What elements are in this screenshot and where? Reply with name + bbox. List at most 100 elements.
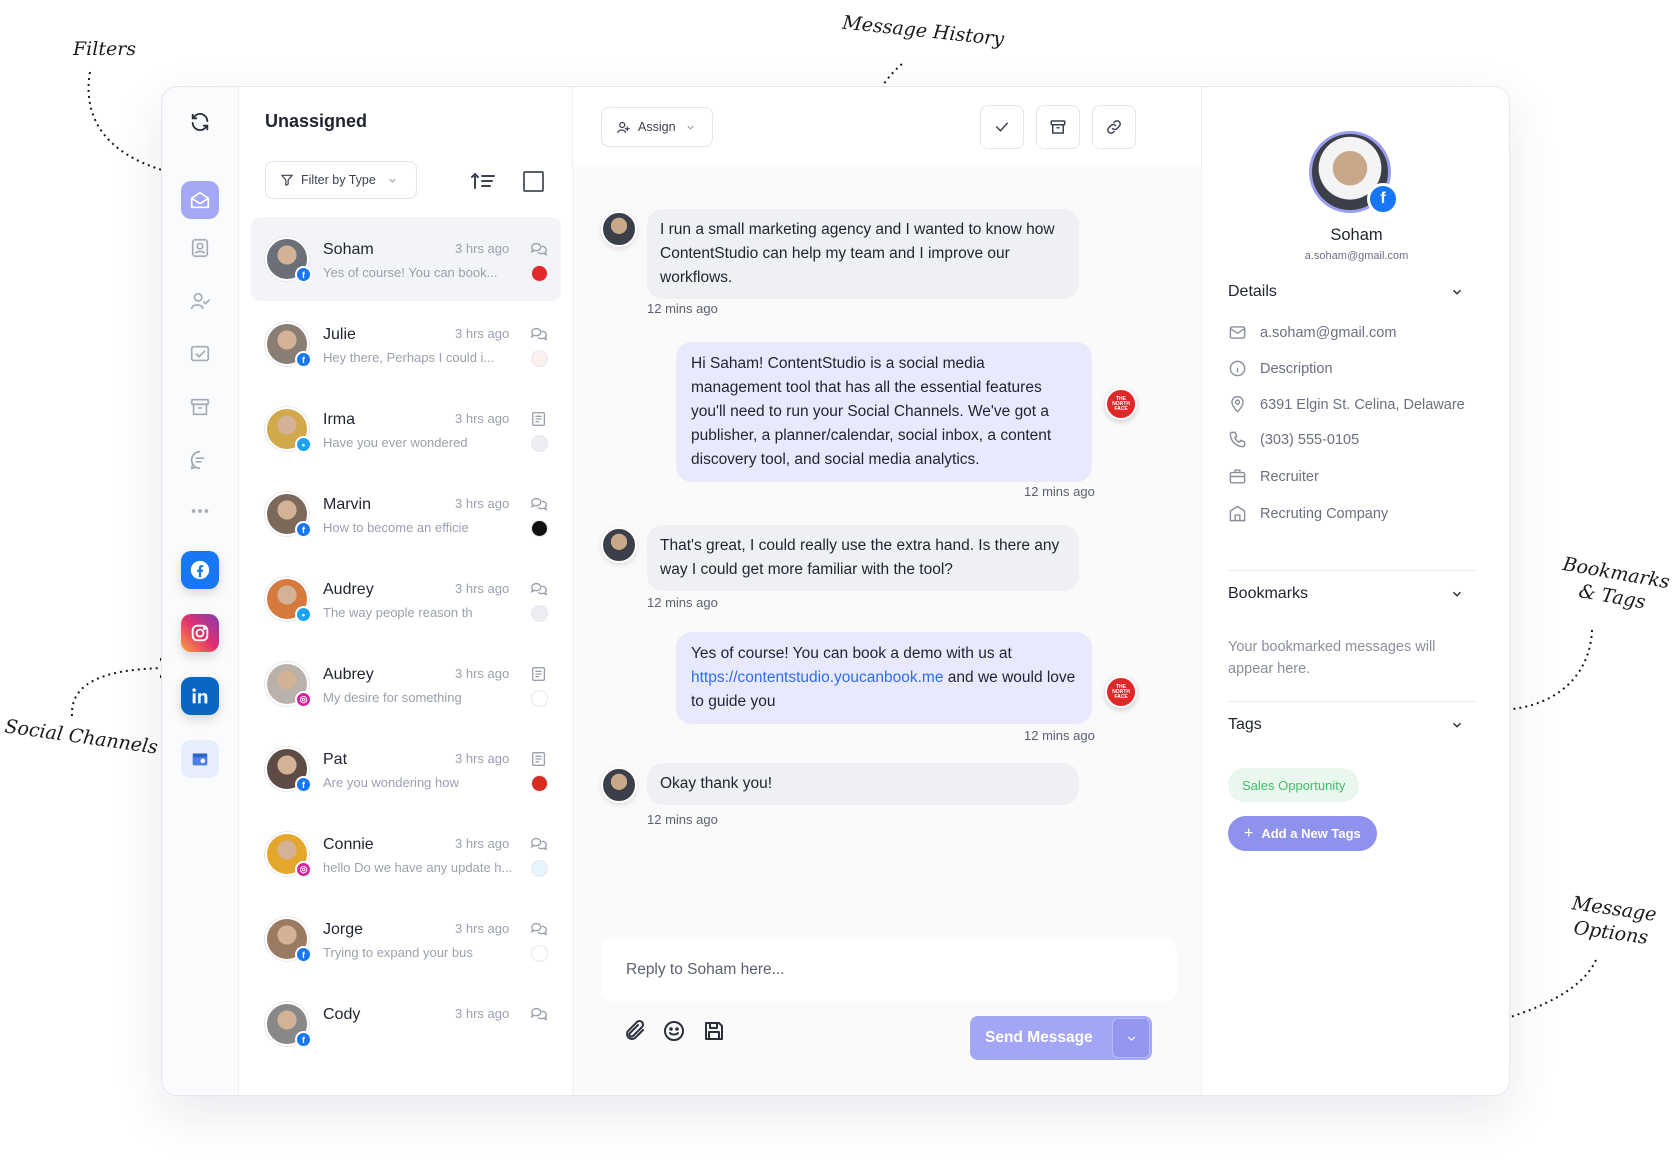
inbox-icon[interactable] [181, 181, 219, 219]
user-check-icon[interactable] [181, 282, 219, 320]
message-bubble-incoming: That's great, I could really use the ext… [647, 525, 1079, 591]
conversation-name: Cody [323, 1006, 361, 1023]
reply-input[interactable]: Reply to Soham here... [601, 939, 1177, 1001]
message-time: 12 mins ago [1024, 728, 1095, 743]
annotation-message-options: Message Options [1567, 892, 1658, 951]
detail-phone-text: (303) 555-0105 [1260, 431, 1360, 448]
more-icon[interactable] [181, 492, 219, 530]
facebook-icon[interactable] [181, 551, 219, 589]
conversation-item[interactable]: f Jorge Trying to expand your bus 3 hrs ago [251, 897, 561, 981]
conversation-item[interactable]: • Irma Have you ever wondered 3 hrs ago [251, 387, 561, 471]
tag-sales-opportunity[interactable]: Sales Opportunity [1228, 768, 1360, 802]
contact-avatar [601, 527, 637, 563]
filter-by-type-button[interactable]: Filter by Type [265, 161, 417, 199]
detail-address-text: 6391 Elgin St. Celina, Delaware [1260, 396, 1465, 413]
check-icon [996, 122, 1008, 132]
facebook-badge-icon: f [295, 521, 312, 538]
sort-icon[interactable] [471, 171, 495, 191]
archive-button[interactable] [1036, 105, 1080, 149]
instagram-icon[interactable] [181, 614, 219, 652]
conversation-preview: Are you wondering how [323, 775, 459, 790]
add-tag-button[interactable]: + Add a New Tags [1228, 816, 1377, 851]
chevron-down-icon[interactable] [1450, 718, 1464, 732]
conversation-name: Pat [323, 751, 348, 768]
conversation-item[interactable]: f Julie Hey there, Perhaps I could i... 3 h… [251, 302, 561, 386]
chevron-down-icon [686, 125, 694, 130]
phone-icon [1229, 431, 1246, 448]
conversation-name: Aubrey [323, 666, 374, 683]
contact-avatar [601, 767, 637, 803]
message-time: 12 mins ago [647, 301, 718, 316]
mark-done-button[interactable] [980, 105, 1024, 149]
conversation-item[interactable]: ◎ Connie hello Do we have any update h... 3… [251, 812, 561, 896]
archive-icon [1050, 120, 1066, 134]
facebook-badge-icon: f [295, 351, 312, 368]
twitter-badge-icon: • [295, 606, 312, 623]
send-message-button[interactable]: Send Message [970, 1016, 1152, 1060]
chevron-down-icon [389, 178, 396, 183]
attachment-icon[interactable] [623, 1019, 647, 1043]
conversation-preview: Yes of course! You can book... [323, 265, 498, 280]
user-assign-icon [617, 121, 630, 133]
message-text: Yes of course! You can book a demo with … [691, 645, 1012, 662]
copy-link-button[interactable] [1092, 105, 1136, 149]
archive-icon[interactable] [181, 388, 219, 426]
chevron-down-icon[interactable] [1450, 285, 1464, 299]
assign-label: Assign [638, 120, 676, 134]
message-bubble-incoming: Okay thank you! [647, 763, 1079, 805]
detail-address: 6391 Elgin St. Celina, Delaware [1228, 395, 1465, 414]
detail-phone: (303) 555-0105 [1228, 430, 1359, 449]
conversation-item[interactable]: f Soham Yes of course! You can book... 3 hr… [251, 217, 561, 301]
add-tag-label: Add a New Tags [1261, 826, 1361, 841]
assign-button[interactable]: Assign [601, 107, 713, 147]
select-all-checkbox[interactable] [523, 171, 544, 192]
brand-logo-microsoft [531, 945, 548, 962]
message-options-dropdown[interactable] [1112, 1018, 1150, 1058]
message-bubble-outgoing: Hi Saham! ContentStudio is a social medi… [676, 342, 1092, 482]
conversation-item[interactable]: f Cody 3 hrs ago [251, 982, 561, 1066]
comment-icon [530, 582, 548, 596]
conversation-time: 3 hrs ago [455, 581, 510, 596]
comment-icon [530, 1007, 548, 1021]
conversation-name: Irma [323, 411, 355, 428]
detail-email-text: a.soham@gmail.com [1260, 324, 1397, 341]
conversation-item[interactable]: • Audrey The way people reason th 3 hrs ago [251, 557, 561, 641]
location-pin-icon [1231, 395, 1244, 413]
detail-email: a.soham@gmail.com [1228, 323, 1396, 342]
message-time: 12 mins ago [1024, 484, 1095, 499]
brand-logo-salesforce [531, 860, 548, 877]
refresh-icon[interactable] [181, 103, 219, 141]
linkedin-icon[interactable] [181, 677, 219, 715]
contact-icon[interactable] [181, 229, 219, 267]
post-icon [532, 752, 546, 766]
mail-icon [1229, 326, 1246, 339]
bookmarks-empty-text: Your bookmarked messages will appear her… [1228, 639, 1436, 677]
conversation-time: 3 hrs ago [455, 411, 510, 426]
chevron-down-icon[interactable] [1450, 587, 1464, 601]
conversation-preview: hello Do we have any update h... [323, 860, 513, 875]
demo-link[interactable]: https://contentstudio.youcanbook.me [691, 669, 943, 686]
conversation-preview: The way people reason th [323, 605, 473, 620]
conversation-name: Soham [323, 241, 374, 258]
conversation-time: 3 hrs ago [455, 241, 510, 256]
conversation-name: Connie [323, 836, 374, 853]
save-reply-icon[interactable] [702, 1019, 726, 1043]
conversation-preview: My desire for something [323, 690, 462, 705]
annotation-message-history: Message History [841, 11, 1006, 51]
brand-logo-eni [531, 690, 548, 707]
conversation-item[interactable]: ◎ Aubrey My desire for something 3 hrs ago [251, 642, 561, 726]
brand-logo-amazon [531, 605, 548, 622]
info-icon [1229, 360, 1246, 377]
check-square-icon[interactable] [181, 335, 219, 373]
chat-list-icon[interactable] [181, 441, 219, 479]
emoji-icon[interactable] [662, 1019, 686, 1043]
brand-logo-north-face: THE NORTH FACE [1105, 388, 1137, 420]
google-business-icon[interactable] [181, 740, 219, 778]
conversation-item[interactable]: f Pat Are you wondering how 3 hrs ago [251, 727, 561, 811]
conversation-item[interactable]: f Marvin How to become an efficie 3 hrs ago [251, 472, 561, 556]
conversation-preview: How to become an efficie [323, 520, 469, 535]
briefcase-icon [1229, 469, 1246, 484]
message-time: 12 mins ago [647, 812, 718, 827]
detail-description-text: Description [1260, 360, 1333, 377]
comment-icon [530, 242, 548, 256]
